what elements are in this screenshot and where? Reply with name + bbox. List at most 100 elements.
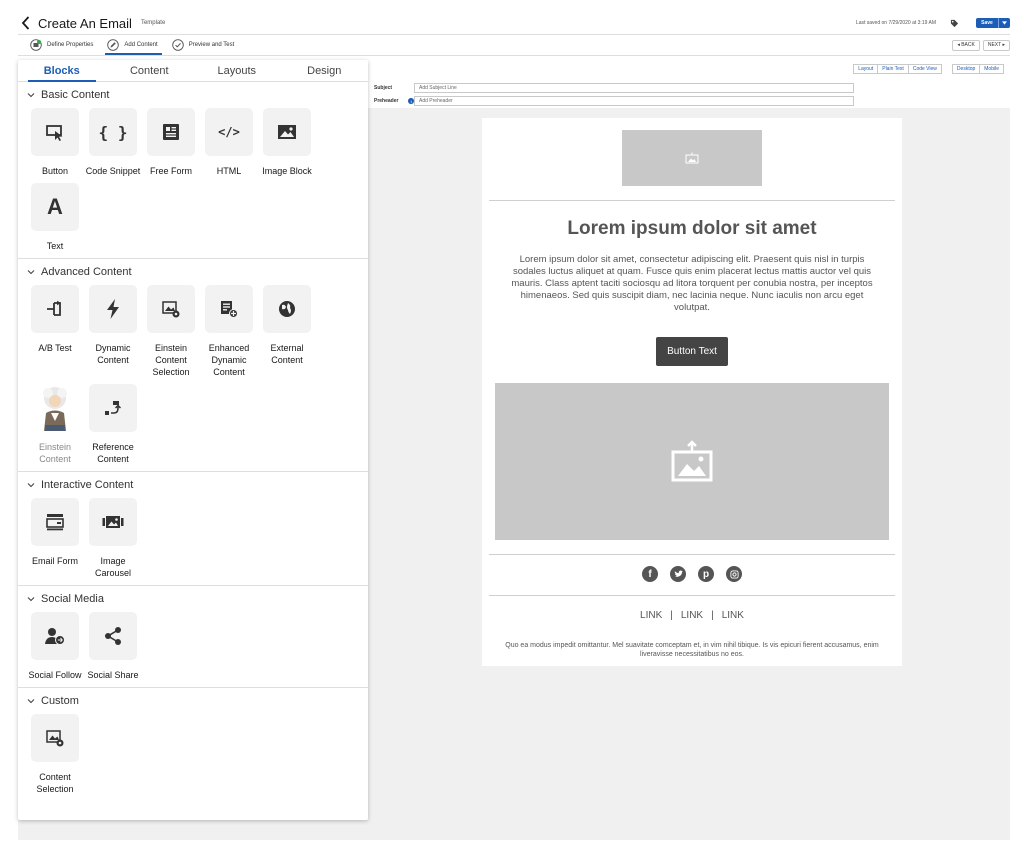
- chevron-down-icon: [27, 93, 35, 98]
- tab-mobile[interactable]: Mobile: [980, 64, 1004, 74]
- back-button[interactable]: ◂ BACK: [952, 39, 980, 51]
- section-interactive-content: Interactive Content Email Form Image Car…: [18, 472, 368, 586]
- section-title: Social Media: [41, 593, 104, 605]
- block-label: Einstein Content: [38, 442, 72, 464]
- block-social-share[interactable]: Social Share: [84, 612, 142, 681]
- block-enhanced-dynamic-content[interactable]: Enhanced Dynamic Content: [200, 285, 258, 378]
- block-html[interactable]: </> HTML: [200, 108, 258, 177]
- header-image-placeholder[interactable]: [622, 130, 762, 186]
- section-title: Interactive Content: [41, 479, 134, 491]
- section-title: Basic Content: [41, 89, 110, 101]
- step-define-properties[interactable]: Define Properties: [30, 35, 93, 55]
- section-header[interactable]: Social Media: [18, 586, 368, 612]
- footer-link[interactable]: LINK: [640, 610, 662, 621]
- content-panel: Blocks Content Layouts Design Basic Cont…: [18, 60, 368, 820]
- block-image[interactable]: Image Block: [258, 108, 316, 177]
- block-free-form[interactable]: Free Form: [142, 108, 200, 177]
- block-einstein-content[interactable]: Einstein Content: [26, 384, 84, 465]
- block-social-follow[interactable]: Social Follow: [26, 612, 84, 681]
- content-selection-icon: [46, 730, 64, 747]
- html-icon: </>: [218, 125, 240, 139]
- section-header[interactable]: Interactive Content: [18, 472, 368, 498]
- chevron-down-icon: [27, 483, 35, 488]
- footer-text[interactable]: Quo ea modus impedit omittantur. Mel sua…: [500, 641, 884, 659]
- block-reference-content[interactable]: Reference Content: [84, 384, 142, 465]
- facebook-icon[interactable]: f: [642, 566, 658, 582]
- link-separator: |: [670, 610, 673, 621]
- section-header[interactable]: Custom: [18, 688, 368, 714]
- tab-code-view[interactable]: Code View: [908, 64, 942, 74]
- chevron-down-icon: [27, 699, 35, 704]
- section-header[interactable]: Basic Content: [18, 82, 368, 108]
- block-label: Dynamic Content: [95, 343, 131, 365]
- preheader-row: Preheader i Add Preheader: [374, 96, 854, 106]
- block-button[interactable]: Button: [26, 108, 84, 177]
- email-cta-button[interactable]: Button Text: [656, 337, 728, 366]
- subject-input[interactable]: Add Subject Line: [414, 83, 854, 93]
- block-label: Reference Content: [92, 442, 134, 464]
- block-einstein-content-selection[interactable]: Einstein Content Selection: [142, 285, 200, 378]
- lightning-icon: [107, 299, 119, 319]
- view-tabs: Layout Plain Text Code View Desktop Mobi…: [853, 64, 1004, 74]
- divider: [489, 554, 895, 555]
- block-image-carousel[interactable]: Image Carousel: [84, 498, 142, 579]
- block-dynamic-content[interactable]: Dynamic Content: [84, 285, 142, 378]
- tab-layouts[interactable]: Layouts: [193, 60, 281, 81]
- block-label: Free Form: [149, 166, 192, 176]
- tag-icon[interactable]: [950, 17, 962, 29]
- social-icons: f p: [482, 566, 902, 582]
- preheader-label: Preheader i: [374, 98, 414, 104]
- block-text[interactable]: A Text: [26, 183, 84, 252]
- steps-bar: Define Properties Add Content Preview an…: [18, 35, 1010, 55]
- tab-desktop[interactable]: Desktop: [951, 64, 981, 74]
- enhanced-dynamic-icon: [221, 301, 238, 318]
- block-content-selection[interactable]: Content Selection: [26, 714, 84, 795]
- instagram-icon[interactable]: [726, 566, 742, 582]
- tab-plain-text[interactable]: Plain Text: [878, 64, 909, 74]
- tab-design[interactable]: Design: [281, 60, 369, 81]
- section-header[interactable]: Advanced Content: [18, 259, 368, 285]
- email-headline[interactable]: Lorem ipsum dolor sit amet: [482, 218, 902, 240]
- divider: [489, 595, 895, 596]
- divider: [489, 200, 895, 201]
- block-code-snippet[interactable]: { } Code Snippet: [84, 108, 142, 177]
- section-custom: Custom Content Selection: [18, 688, 368, 801]
- tab-content[interactable]: Content: [106, 60, 194, 81]
- block-email-form[interactable]: Email Form: [26, 498, 84, 579]
- step-label: Add Content: [124, 42, 158, 48]
- preheader-input[interactable]: Add Preheader: [414, 96, 854, 106]
- main-image-placeholder[interactable]: [495, 383, 889, 540]
- tab-blocks[interactable]: Blocks: [18, 60, 106, 82]
- block-label: A/B Test: [38, 343, 72, 353]
- image-placeholder-icon: [671, 439, 713, 481]
- footer-link[interactable]: LINK: [681, 610, 703, 621]
- chevron-down-icon: [27, 270, 35, 275]
- email-form-icon: [46, 514, 64, 531]
- save-button[interactable]: Save: [976, 18, 998, 28]
- back-chevron-icon[interactable]: [18, 15, 32, 31]
- template-tag: Template: [140, 20, 166, 26]
- block-external-content[interactable]: External Content: [258, 285, 316, 378]
- email-body-text[interactable]: Lorem ipsum dolor sit amet, consectetur …: [502, 254, 882, 314]
- last-saved-text: Last saved on 7/29/2020 at 3:19 AM: [855, 20, 936, 26]
- next-button[interactable]: NEXT ▸: [982, 39, 1010, 51]
- section-advanced-content: Advanced Content A/B Test Dynamic Conten…: [18, 259, 368, 472]
- block-label: Einstein Content Selection: [152, 343, 190, 377]
- block-label: Image Block: [262, 166, 312, 176]
- check-circle-icon: [171, 39, 184, 51]
- tab-layout[interactable]: Layout: [853, 64, 879, 74]
- email-canvas[interactable]: Lorem ipsum dolor sit amet Lorem ipsum d…: [482, 118, 902, 666]
- step-preview-and-test[interactable]: Preview and Test: [171, 35, 234, 55]
- subject-row: Subject Add Subject Line: [374, 83, 854, 93]
- block-label: Button: [41, 166, 69, 176]
- step-add-content[interactable]: Add Content: [105, 35, 163, 55]
- block-label: Email Form: [31, 556, 78, 566]
- code-snippet-icon: { }: [98, 122, 128, 142]
- twitter-icon[interactable]: [670, 566, 686, 582]
- block-label: Image Carousel: [94, 556, 132, 578]
- footer-links: LINK | LINK | LINK: [482, 610, 902, 621]
- save-dropdown-button[interactable]: [998, 18, 1010, 28]
- pinterest-icon[interactable]: p: [698, 566, 714, 582]
- block-ab-test[interactable]: A/B Test: [26, 285, 84, 378]
- footer-link[interactable]: LINK: [722, 610, 744, 621]
